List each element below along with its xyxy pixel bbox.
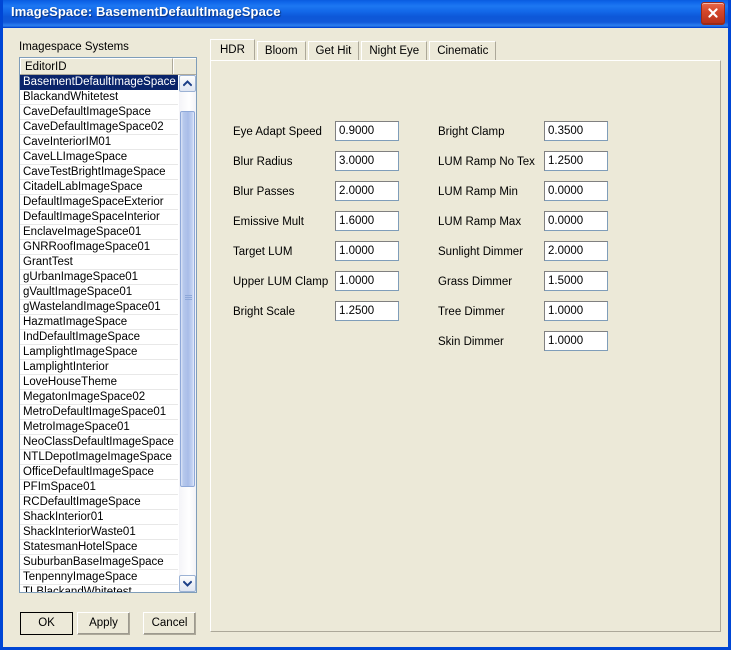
list-item[interactable]: BasementDefaultImageSpace	[20, 75, 180, 90]
list-item[interactable]: gWastelandImageSpace01	[20, 300, 180, 315]
list-item[interactable]: CaveTestBrightImageSpace	[20, 165, 180, 180]
list-item[interactable]: GrantTest	[20, 255, 180, 270]
field-label-blur-passes: Blur Passes	[233, 186, 295, 198]
field-input-target-lum[interactable]	[335, 241, 399, 261]
list-item[interactable]: CaveInteriorIM01	[20, 135, 180, 150]
list-item[interactable]: CaveDefaultImageSpace02	[20, 120, 180, 135]
field-input-skin-dimmer[interactable]	[544, 331, 608, 351]
field-label-eye-adapt-speed: Eye Adapt Speed	[233, 126, 322, 138]
tab-bloom[interactable]: Bloom	[256, 41, 306, 60]
list-item[interactable]: IndDefaultImageSpace	[20, 330, 180, 345]
list-item[interactable]: PFImSpace01	[20, 480, 180, 495]
list-item[interactable]: DefaultImageSpaceInterior	[20, 210, 180, 225]
chevron-down-icon	[183, 580, 192, 587]
list-item[interactable]: MetroImageSpace01	[20, 420, 180, 435]
field-label-blur-radius: Blur Radius	[233, 156, 293, 168]
list-item[interactable]: NTLDepotImageImageSpace	[20, 450, 180, 465]
scrollbar-up-button[interactable]	[179, 75, 196, 92]
window-title: ImageSpace: BasementDefaultImageSpace	[11, 4, 281, 19]
list-item[interactable]: TenpennyImageSpace	[20, 570, 180, 585]
close-icon	[708, 8, 718, 18]
field-label-emissive-mult: Emissive Mult	[233, 216, 304, 228]
list-item[interactable]: ShackInteriorWaste01	[20, 525, 180, 540]
list-item[interactable]: RCDefaultImageSpace	[20, 495, 180, 510]
hdr-tab-panel: Eye Adapt Speed Blur Radius Blur Passes Emi…	[210, 60, 721, 632]
list-item[interactable]: GNRRoofImageSpace01	[20, 240, 180, 255]
field-label-bright-clamp: Bright Clamp	[438, 126, 505, 138]
list-scrollbar[interactable]	[178, 75, 196, 592]
field-input-blur-passes[interactable]	[335, 181, 399, 201]
scrollbar-down-button[interactable]	[179, 575, 196, 592]
imagespace-list: EditorID BasementDefaultImageSpace Blacka…	[19, 57, 197, 593]
field-input-tree-dimmer[interactable]	[544, 301, 608, 321]
list-item[interactable]: CitadelLabImageSpace	[20, 180, 180, 195]
list-item[interactable]: SuburbanBaseImageSpace	[20, 555, 180, 570]
field-label-grass-dimmer: Grass Dimmer	[438, 276, 513, 288]
field-label-sunlight-dimmer: Sunlight Dimmer	[438, 246, 523, 258]
list-item[interactable]: EnclaveImageSpace01	[20, 225, 180, 240]
list-item[interactable]: LamplightImageSpace	[20, 345, 180, 360]
column-header-stub	[173, 58, 196, 74]
field-label-skin-dimmer: Skin Dimmer	[438, 336, 504, 348]
list-item[interactable]: MegatonImageSpace02	[20, 390, 180, 405]
list-item[interactable]: LamplightInterior	[20, 360, 180, 375]
list-header-row: EditorID	[20, 58, 196, 75]
field-input-grass-dimmer[interactable]	[544, 271, 608, 291]
list-item[interactable]: HazmatImageSpace	[20, 315, 180, 330]
field-label-upper-lum-clamp: Upper LUM Clamp	[233, 276, 329, 288]
list-item[interactable]: NeoClassDefaultImageSpace	[20, 435, 180, 450]
scrollbar-thumb[interactable]	[180, 111, 195, 487]
apply-button[interactable]: Apply	[77, 612, 130, 635]
list-item[interactable]: gVaultImageSpace01	[20, 285, 180, 300]
field-input-emissive-mult[interactable]	[335, 211, 399, 231]
list-item[interactable]: CaveLLImageSpace	[20, 150, 180, 165]
field-input-lum-ramp-max[interactable]	[544, 211, 608, 231]
list-item[interactable]: ShackInterior01	[20, 510, 180, 525]
close-button[interactable]	[701, 2, 725, 25]
field-label-target-lum: Target LUM	[233, 246, 293, 258]
list-item[interactable]: DefaultImageSpaceExterior	[20, 195, 180, 210]
field-label-tree-dimmer: Tree Dimmer	[438, 306, 505, 318]
list-item[interactable]: StatesmanHotelSpace	[20, 540, 180, 555]
scrollbar-grip-icon	[185, 295, 192, 303]
ok-button[interactable]: OK	[20, 612, 73, 635]
column-header-editorid[interactable]: EditorID	[20, 58, 173, 74]
chevron-up-icon	[183, 80, 192, 87]
scrollbar-track[interactable]	[179, 92, 196, 575]
imagespace-dialog-window: ImageSpace: BasementDefaultImageSpace Im…	[0, 0, 731, 650]
list-item[interactable]: BlackandWhitetest	[20, 90, 180, 105]
field-input-lum-ramp-min[interactable]	[544, 181, 608, 201]
tab-get-hit[interactable]: Get Hit	[307, 41, 360, 60]
cancel-button[interactable]: Cancel	[143, 612, 196, 635]
list-item[interactable]: LoveHouseTheme	[20, 375, 180, 390]
field-input-upper-lum-clamp[interactable]	[335, 271, 399, 291]
field-label-lum-ramp-no-tex: LUM Ramp No Tex	[438, 156, 535, 168]
field-input-lum-ramp-no-tex[interactable]	[544, 151, 608, 171]
list-item[interactable]: TLBlackandWhitetest	[20, 585, 180, 592]
field-label-bright-scale: Bright Scale	[233, 306, 296, 318]
field-input-bright-scale[interactable]	[335, 301, 399, 321]
list-item[interactable]: gUrbanImageSpace01	[20, 270, 180, 285]
field-label-lum-ramp-max: LUM Ramp Max	[438, 216, 522, 228]
tab-night-eye[interactable]: Night Eye	[361, 41, 428, 60]
tab-strip: HDR Bloom Get Hit Night Eye Cinematic	[210, 39, 721, 61]
list-body[interactable]: BasementDefaultImageSpace BlackandWhitete…	[20, 75, 181, 592]
imagespace-systems-label: Imagespace Systems	[19, 41, 129, 53]
field-label-lum-ramp-min: LUM Ramp Min	[438, 186, 518, 198]
list-item[interactable]: MetroDefaultImageSpace01	[20, 405, 180, 420]
tab-cinematic[interactable]: Cinematic	[429, 41, 497, 60]
field-input-sunlight-dimmer[interactable]	[544, 241, 608, 261]
window-titlebar: ImageSpace: BasementDefaultImageSpace	[3, 0, 728, 28]
list-item[interactable]: CaveDefaultImageSpace	[20, 105, 180, 120]
field-input-blur-radius[interactable]	[335, 151, 399, 171]
tab-hdr[interactable]: HDR	[210, 39, 255, 60]
list-item[interactable]: OfficeDefaultImageSpace	[20, 465, 180, 480]
field-input-eye-adapt-speed[interactable]	[335, 121, 399, 141]
field-input-bright-clamp[interactable]	[544, 121, 608, 141]
